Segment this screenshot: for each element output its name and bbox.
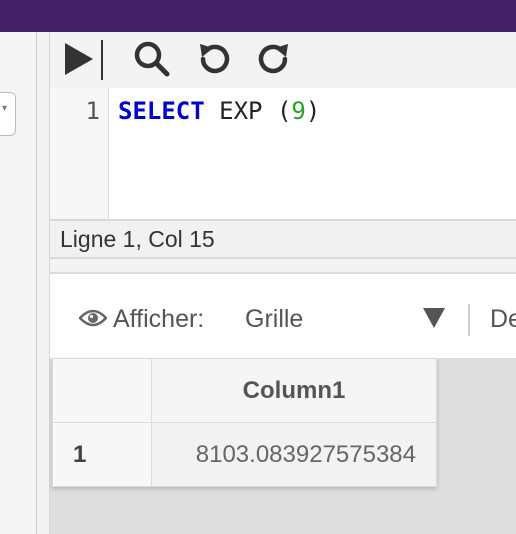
search-icon [134,41,170,77]
toolbar-divider [101,40,103,80]
search-button[interactable] [132,39,172,79]
eye-icon [79,309,107,327]
editor-status-bar: Ligne 1, Col 15 [50,219,516,259]
redo-button[interactable] [254,39,294,79]
sql-number: 9 [291,97,306,125]
corner-cell [52,358,152,423]
sql-editor[interactable]: 1 SELECT EXP (9) [50,88,516,219]
editor-toolbar [50,32,516,88]
close-paren: ) [305,97,321,125]
undo-icon [200,44,230,74]
undo-button[interactable] [194,39,234,79]
results-grid-area: Column1 1 8103.083927575384 [50,358,516,534]
cursor-position: Ligne 1, Col 15 [60,226,215,252]
open-paren: ( [276,97,292,125]
truncated-toolbar-item[interactable]: De [490,305,516,334]
sql-keyword: SELECT [118,97,205,125]
code-line[interactable]: SELECT EXP (9) [118,97,320,125]
run-button[interactable] [58,39,98,79]
pane-divider[interactable] [37,32,50,534]
dropdown-arrow-icon [423,308,445,328]
top-bar [0,0,516,32]
line-gutter: 1 [50,88,109,219]
results-toolbar: Afficher: Grille De [50,272,516,360]
table-cell[interactable]: 8103.083927575384 [151,422,437,487]
results-toolbar-divider [468,304,470,336]
results-table: Column1 1 8103.083927575384 [52,358,437,487]
left-pane: ▾ [0,32,37,534]
header-row: Column1 [52,358,437,423]
view-mode-value: Grille [245,305,304,333]
row-number[interactable]: 1 [52,422,152,487]
sql-function: EXP [219,97,263,125]
redo-icon [258,44,288,74]
left-collapse-handle[interactable]: ▾ [0,92,16,136]
caret-icon: ▾ [2,103,8,114]
line-number: 1 [85,97,100,125]
play-icon [65,43,93,75]
column-header[interactable]: Column1 [151,358,437,423]
table-row: 1 8103.083927575384 [52,422,437,487]
view-label: Afficher: [113,305,205,333]
view-mode-select[interactable]: Grille [245,302,445,336]
